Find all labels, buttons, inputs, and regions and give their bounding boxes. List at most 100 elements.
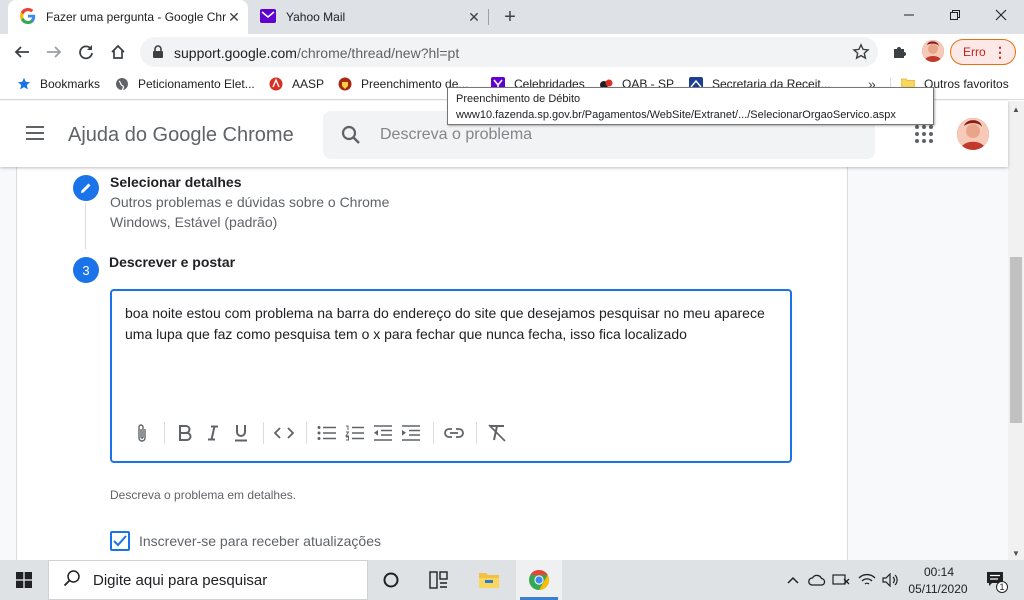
step3-number-badge: 3: [73, 257, 99, 283]
notification-count: 1: [996, 581, 1008, 593]
google-apps-button[interactable]: [914, 124, 934, 149]
bookmark-tooltip: Preenchimento de Débito www10.fazenda.sp…: [447, 87, 934, 125]
clear-formatting-icon[interactable]: [485, 421, 509, 445]
close-tab-icon[interactable]: ✕: [226, 9, 242, 25]
bold-icon[interactable]: [173, 421, 197, 445]
subscribe-label[interactable]: Inscrever-se para receber atualizações: [139, 533, 381, 549]
page-title: Ajuda do Google Chrome: [68, 124, 294, 146]
bulleted-list-icon[interactable]: [315, 421, 339, 445]
lock-icon[interactable]: [152, 45, 164, 64]
wifi-icon: [858, 573, 876, 585]
volume-tray-icon[interactable]: [880, 570, 902, 590]
onedrive-tray-icon[interactable]: [806, 570, 828, 590]
bookmark-bookmarks[interactable]: Bookmarks: [16, 70, 100, 98]
editor-text[interactable]: boa noite estou com problema na barra do…: [125, 303, 775, 345]
task-view-button[interactable]: [416, 560, 462, 600]
scroll-down-icon[interactable]: ▼: [1012, 549, 1020, 558]
cortana-button[interactable]: [368, 560, 414, 600]
start-button[interactable]: [0, 560, 48, 600]
description-editor[interactable]: boa noite estou com problema na barra do…: [110, 289, 792, 463]
cortana-circle-icon: [383, 572, 399, 588]
account-avatar[interactable]: [957, 118, 989, 150]
aasp-icon: [268, 76, 284, 92]
code-icon[interactable]: [272, 421, 296, 445]
taskbar-search-placeholder: Digite aqui para pesquisar: [93, 571, 268, 589]
taskbar-clock-date[interactable]: 05/11/2020: [904, 582, 972, 596]
screen: Fazer uma pergunta - Google Chrome ✕ Yah…: [0, 0, 1024, 600]
arrow-right-icon: [47, 46, 62, 58]
address-bar[interactable]: support.google.com/chrome/thread/new?hl=…: [140, 37, 878, 67]
kebab-menu-icon: ⋮: [993, 44, 1007, 60]
profile-avatar-button[interactable]: [922, 40, 944, 62]
minimize-button[interactable]: [886, 0, 932, 30]
step-edit-icon[interactable]: [73, 175, 99, 201]
taskbar-clock-time[interactable]: 00:14: [914, 565, 964, 579]
reload-icon: [79, 45, 93, 60]
search-icon: [63, 569, 81, 592]
task-view-icon: [429, 571, 448, 589]
bookmark-label: Bookmarks: [40, 77, 101, 91]
tab-divider: [488, 9, 489, 25]
yahoo-mail-icon: [260, 8, 276, 26]
show-hidden-icons-button[interactable]: [784, 570, 802, 590]
close-tab-icon[interactable]: ✕: [466, 9, 482, 25]
step3-title: Descrever e postar: [109, 254, 236, 270]
forward-button[interactable]: [40, 38, 68, 66]
checkmark-icon: [113, 535, 127, 547]
chevron-up-icon: [787, 576, 799, 584]
minimize-icon: [904, 14, 914, 16]
sp-crest-icon: [337, 76, 353, 92]
subscribe-checkbox[interactable]: [110, 531, 130, 551]
tooltip-title: Preenchimento de Débito: [456, 93, 581, 105]
home-icon: [111, 44, 125, 59]
home-button[interactable]: [104, 38, 132, 66]
wifi-tray-icon[interactable]: [856, 570, 878, 590]
new-tab-button[interactable]: +: [498, 5, 522, 29]
numbered-list-icon[interactable]: [343, 421, 367, 445]
step2-category: Outros problemas e dúvidas sobre o Chrom…: [110, 194, 390, 210]
taskbar-search-box[interactable]: Digite aqui para pesquisar: [48, 560, 368, 600]
attach-file-icon[interactable]: [130, 421, 154, 445]
italic-icon[interactable]: [201, 421, 225, 445]
restore-button[interactable]: [932, 0, 978, 30]
error-label: Erro: [963, 45, 986, 59]
link-icon[interactable]: [442, 421, 466, 445]
increase-indent-icon[interactable]: [399, 421, 423, 445]
hamburger-menu-button[interactable]: [24, 122, 46, 149]
chrome-taskbar-button[interactable]: [516, 560, 562, 600]
page-content: Selecionar detalhes Outros problemas e d…: [0, 167, 1008, 560]
action-center-button[interactable]: 1: [980, 569, 1010, 593]
bookmark-aasp[interactable]: AASP: [268, 70, 324, 98]
file-explorer-icon: [479, 573, 499, 588]
underline-icon[interactable]: [229, 421, 253, 445]
step-connector-line: [85, 203, 86, 249]
scrollbar-thumb[interactable]: [1010, 257, 1022, 423]
restore-icon: [950, 10, 960, 20]
step2-platform: Windows, Estável (padrão): [110, 214, 278, 230]
google-g-icon: [20, 7, 36, 27]
bookmark-peticionamento[interactable]: Peticionamento Elet...: [114, 70, 255, 98]
reload-button[interactable]: [72, 38, 100, 66]
bookmark-label: AASP: [292, 77, 325, 91]
globe-icon: [114, 76, 130, 92]
speaker-icon: [882, 573, 898, 587]
tab-fazer-pergunta[interactable]: Fazer uma pergunta - Google Chrome ✕: [8, 0, 248, 34]
extensions-button[interactable]: [886, 38, 914, 66]
toolbar-divider: [433, 422, 434, 444]
decrease-indent-icon[interactable]: [371, 421, 395, 445]
browser-toolbar: support.google.com/chrome/thread/new?hl=…: [0, 34, 1024, 70]
error-menu-button[interactable]: Erro ⋮: [950, 39, 1016, 65]
scroll-up-icon[interactable]: ▲: [1012, 105, 1020, 114]
toolbar-divider: [306, 422, 307, 444]
tab-title: Yahoo Mail: [286, 10, 346, 24]
toolbar-divider: [164, 422, 165, 444]
back-button[interactable]: [8, 38, 36, 66]
tab-yahoo-mail[interactable]: Yahoo Mail ✕: [248, 0, 488, 34]
avatar-photo-icon: [922, 40, 944, 62]
search-icon: [341, 125, 361, 150]
vertical-scrollbar[interactable]: ▲ ▼: [1008, 101, 1024, 560]
close-window-button[interactable]: [978, 0, 1024, 30]
file-explorer-button[interactable]: [466, 560, 512, 600]
network-status-tray-icon[interactable]: [830, 570, 852, 590]
bookmark-star-icon[interactable]: [852, 43, 870, 66]
